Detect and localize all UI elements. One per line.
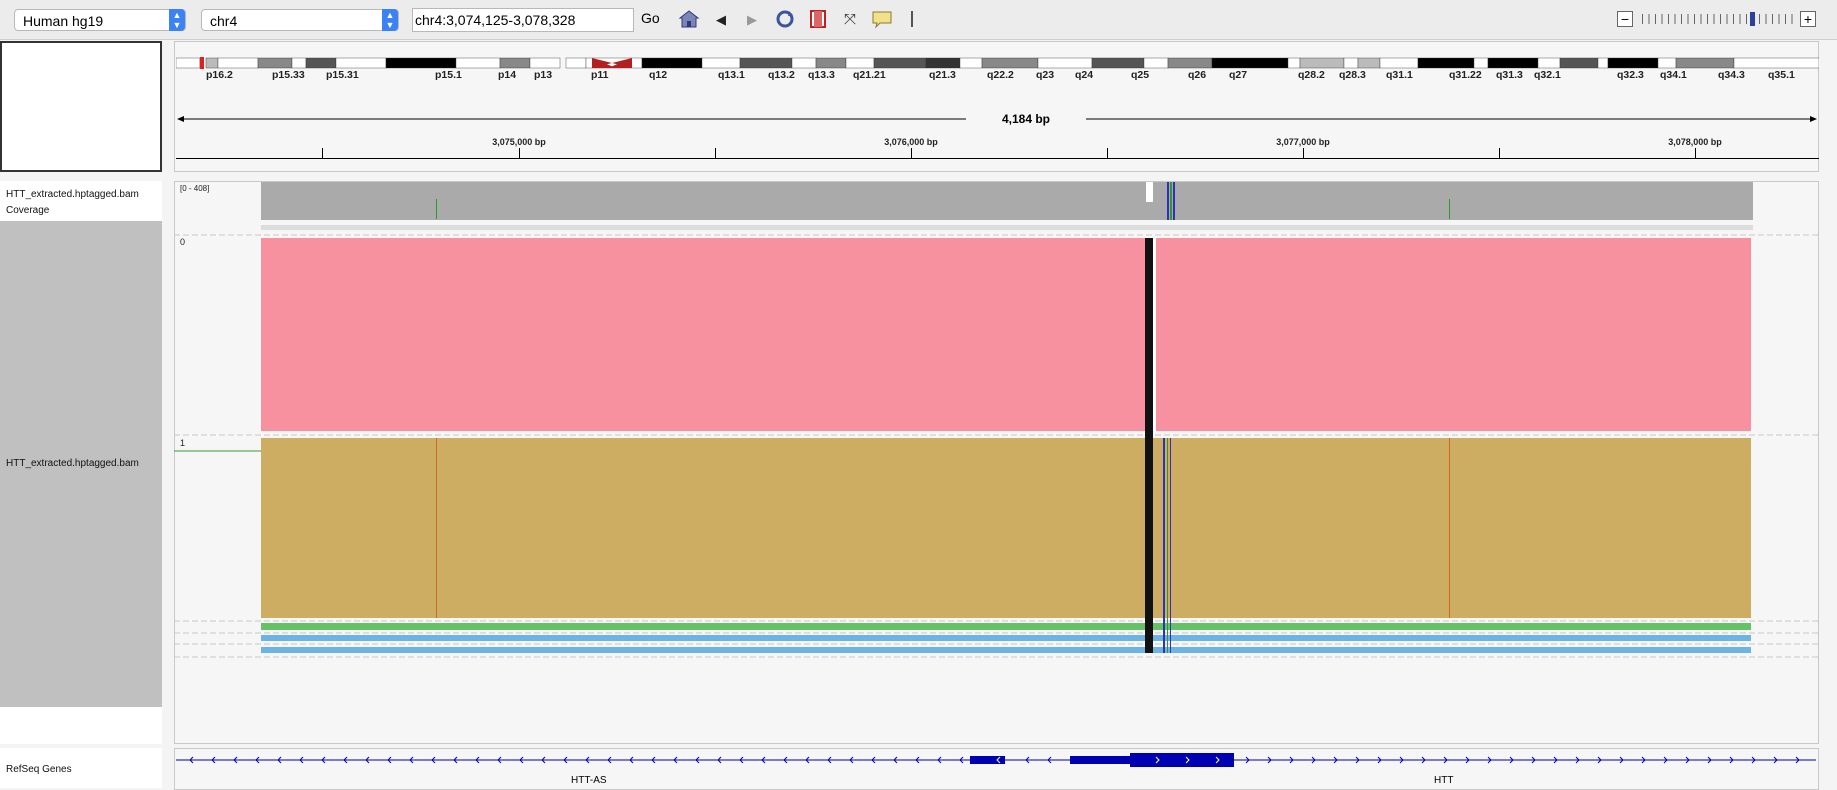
popup-info-icon[interactable] <box>870 9 894 31</box>
cytoband-label: q24 <box>1075 69 1094 81</box>
home-icon[interactable] <box>677 9 701 31</box>
coverage-bar[interactable] <box>261 182 1753 220</box>
forward-arrow-icon[interactable]: ▶ <box>740 9 764 31</box>
cytoband-label: q28.3 <box>1339 69 1366 81</box>
cytoband-label: q12 <box>649 69 668 81</box>
cytoband-label: p16.2 <box>206 69 233 81</box>
go-button[interactable]: Go <box>641 10 660 26</box>
cytoband-label: p14 <box>498 69 517 81</box>
cytoband-label: q13.3 <box>808 69 835 81</box>
unphased-reads-blue-2[interactable] <box>261 647 1751 653</box>
gene-name-panel: RefSeq Genes <box>0 748 162 788</box>
alignment-track-name[interactable]: HTT_extracted.hptagged.bam <box>6 458 139 469</box>
ruler-minor-tick <box>1107 148 1108 158</box>
track-name-panel: HTT_extracted.hptagged.bam Coverage HTT_… <box>0 181 162 744</box>
ruler-major-tick <box>1303 148 1304 158</box>
cytoband-label: q35.1 <box>1768 69 1795 81</box>
cytoband-label: p15.1 <box>435 69 462 81</box>
genes-track-name[interactable]: RefSeq Genes <box>6 764 72 775</box>
back-arrow-icon[interactable]: ◀ <box>709 9 733 31</box>
dropdown-arrow-icon: ▲ ▼ <box>382 9 398 31</box>
ruler-minor-tick <box>322 148 323 158</box>
cytoband-label: q13.1 <box>718 69 745 81</box>
cytoband-label: q34.3 <box>1718 69 1745 81</box>
region-of-interest-icon[interactable] <box>806 9 830 31</box>
ruler-minor-tick <box>1499 148 1500 158</box>
ruler-tick-label: 3,075,000 bp <box>492 137 546 147</box>
zoom-out-button[interactable]: − <box>1617 11 1633 27</box>
cytoband-label: q28.2 <box>1298 69 1325 81</box>
cytoband-label: q32.1 <box>1534 69 1561 81</box>
deletion-column[interactable] <box>1145 238 1153 653</box>
cytoband-label: q32.3 <box>1617 69 1644 81</box>
cytoband-label: q22.2 <box>987 69 1014 81</box>
cytoband-label: q26 <box>1188 69 1207 81</box>
cytoband-label: p11 <box>591 69 609 81</box>
cytoband-label: q34.1 <box>1660 69 1687 81</box>
unphased-reads-blue-1[interactable] <box>261 635 1751 641</box>
ruler-major-tick <box>519 148 520 158</box>
ruler-span-label: 4,184 bp <box>1001 112 1051 126</box>
cytoband-label: q31.1 <box>1386 69 1413 81</box>
chromosome-ideogram[interactable] <box>176 57 1819 69</box>
locus-input[interactable]: chr4:3,074,125-3,078,328 <box>412 8 634 32</box>
cytoband-label: p13 <box>534 69 553 81</box>
cytoband-label: p15.31 <box>326 69 359 81</box>
cytoband-label: q21.21 <box>853 69 886 81</box>
cytoband-label: q25 <box>1131 69 1150 81</box>
toolbar: Human hg19 ▲ ▼ chr4 ▲ ▼ chr4:3,074,125-3,0… <box>0 0 1837 40</box>
unphased-reads-green[interactable] <box>261 623 1751 630</box>
chromosome-dropdown[interactable]: chr4 ▲ ▼ <box>201 9 399 31</box>
cytoband-label: q31.22 <box>1449 69 1482 81</box>
gene-label-htt[interactable]: HTT <box>1434 775 1453 786</box>
cytoband-label: p15.33 <box>272 69 305 81</box>
genome-dropdown[interactable]: Human hg19 ▲ ▼ <box>14 9 186 31</box>
cytoband-label: q23 <box>1036 69 1055 81</box>
cytoband-label: q21.3 <box>929 69 956 81</box>
ruler-tick-label: 3,078,000 bp <box>1668 137 1722 147</box>
cytoband-label: q31.3 <box>1496 69 1523 81</box>
cytoband-label: q27 <box>1229 69 1248 81</box>
ruler-major-tick <box>911 148 912 158</box>
header-name-panel <box>0 41 162 172</box>
resize-to-window-icon[interactable]: ⤧ <box>838 9 862 31</box>
refresh-icon[interactable] <box>773 9 797 31</box>
cytoband-label: q13.2 <box>768 69 795 81</box>
ruler-tick-label: 3,077,000 bp <box>1276 137 1330 147</box>
ruler-baseline <box>176 158 1819 159</box>
ruler-minor-tick <box>715 148 716 158</box>
ruler-tick-label: 3,076,000 bp <box>884 137 938 147</box>
genome-value: Human hg19 <box>23 13 104 29</box>
ruler-major-tick <box>1695 148 1696 158</box>
chromosome-value: chr4 <box>210 13 238 29</box>
haplotype-1-reads[interactable] <box>261 438 1751 618</box>
alignment-tracks[interactable] <box>174 181 1819 681</box>
refseq-gene-track[interactable] <box>176 750 1817 786</box>
ruler-line-icon[interactable] <box>911 11 913 27</box>
haplotype-0-reads[interactable] <box>261 238 1751 431</box>
coverage-track-name[interactable]: HTT_extracted.hptagged.bam Coverage <box>6 187 162 219</box>
gene-label-htt-as[interactable]: HTT-AS <box>571 775 607 786</box>
zoom-in-button[interactable]: + <box>1800 11 1816 27</box>
htt-utr[interactable] <box>1070 756 1130 764</box>
zoom-slider[interactable] <box>1640 12 1796 26</box>
dropdown-arrow-icon: ▲ ▼ <box>169 9 185 31</box>
